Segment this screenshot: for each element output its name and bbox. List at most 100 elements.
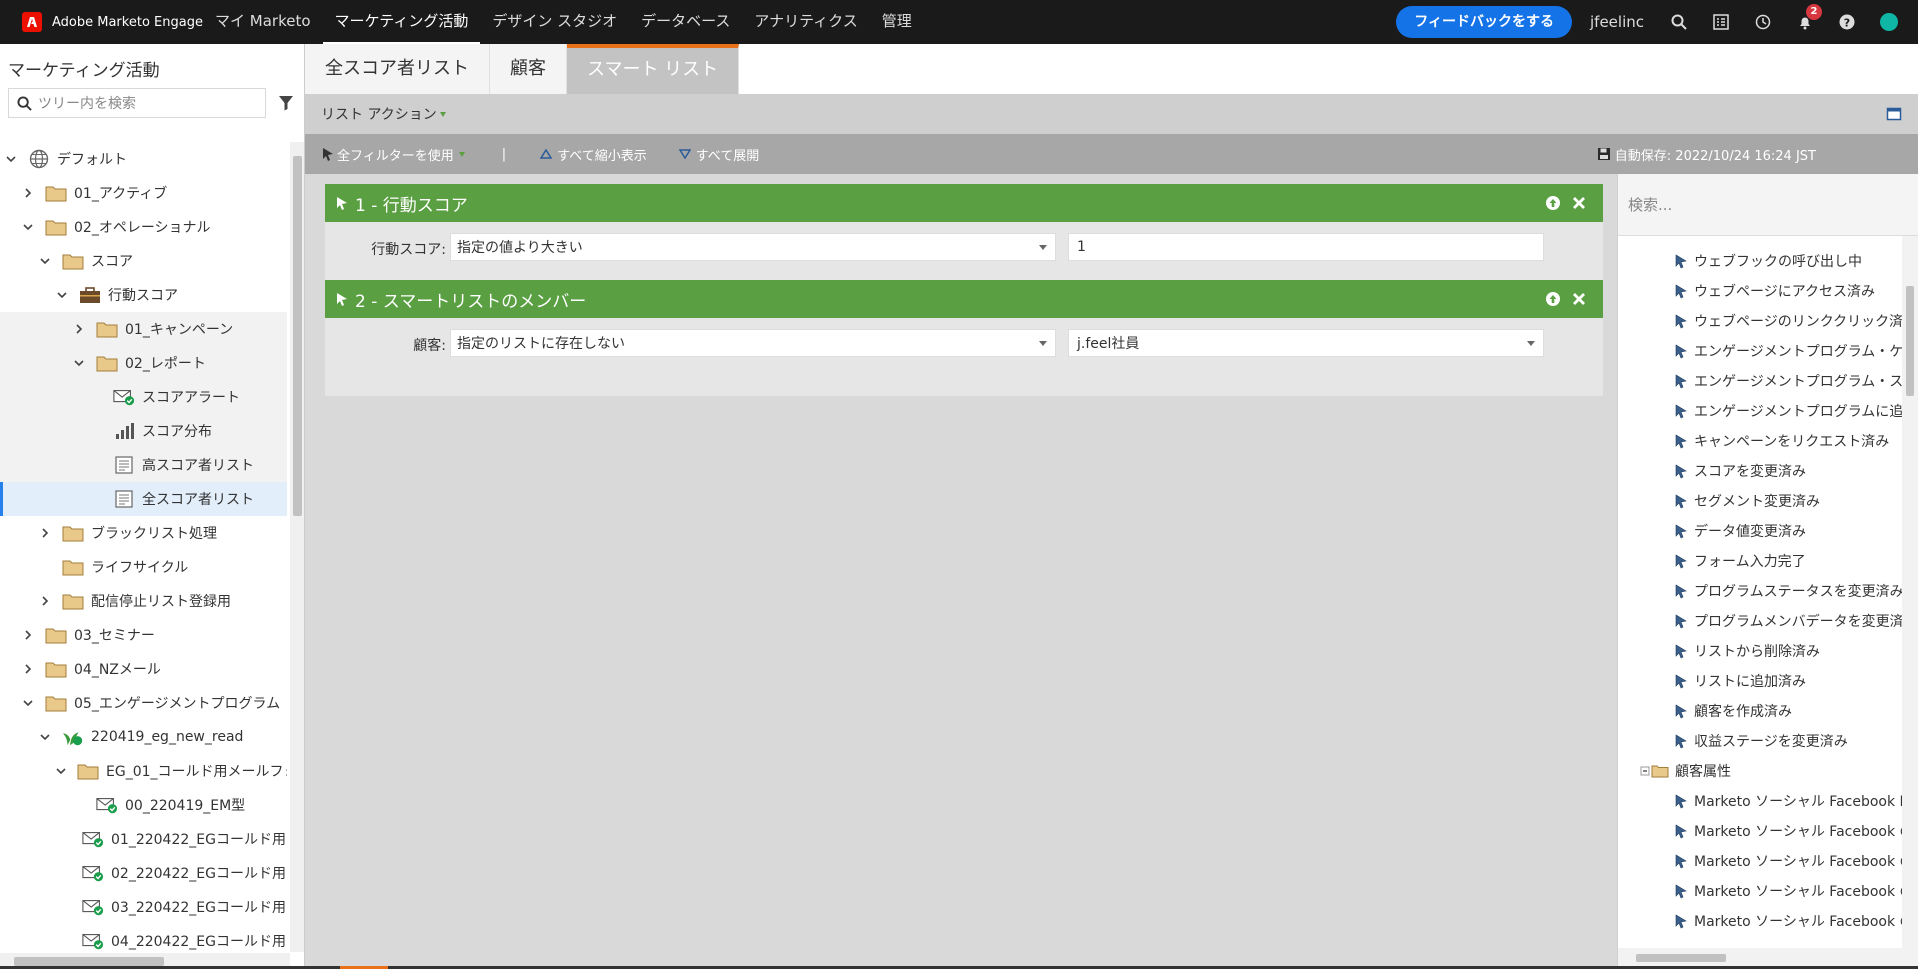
nav-design-studio[interactable]: デザイン スタジオ xyxy=(480,0,629,44)
tree-item[interactable]: 220419_eg_new_read xyxy=(0,720,287,754)
filter-item[interactable]: キャンペーンをリクエスト済み xyxy=(1618,426,1903,456)
tree-item-label: 01_アクティブ xyxy=(74,186,168,202)
tree-item[interactable]: 01_キャンペーン xyxy=(0,312,287,346)
tree-item[interactable]: スコア分布 xyxy=(0,414,287,448)
filter-item[interactable]: プログラムメンバデータを変更済 xyxy=(1618,606,1903,636)
chevron-right-icon[interactable] xyxy=(38,526,52,540)
tree-item[interactable]: 04_220422_EGコールド用メ xyxy=(0,924,287,952)
filter-item[interactable]: Marketo ソーシャル Facebook の xyxy=(1618,876,1903,906)
user-avatar[interactable] xyxy=(1868,0,1910,44)
tab-all-scorers-list[interactable]: 全スコア者リスト xyxy=(305,44,490,94)
tree-item[interactable]: 05_エンゲージメントプログラム xyxy=(0,686,287,720)
username[interactable]: jfeelinc xyxy=(1590,13,1644,31)
tree-item[interactable]: 高スコア者リスト xyxy=(0,448,287,482)
chevron-right-icon[interactable] xyxy=(72,322,86,336)
chevron-down-icon[interactable] xyxy=(55,288,69,302)
filter-value-input[interactable]: 1 xyxy=(1068,233,1544,261)
filter-item[interactable]: ウェブフックの呼び出し中 xyxy=(1618,246,1903,276)
expand-all-button[interactable]: すべて展開 xyxy=(678,145,759,164)
filter-item[interactable]: スコアを変更済み xyxy=(1618,456,1903,486)
operator-select[interactable]: 指定の値より大きい xyxy=(450,233,1056,261)
tree-item[interactable]: 配信停止リスト登録用 xyxy=(0,584,287,618)
feedback-button[interactable]: フィードバックをする xyxy=(1396,6,1572,38)
chevron-right-icon[interactable] xyxy=(21,628,35,642)
filter-item-label: リストに追加済み xyxy=(1694,674,1806,690)
nav-analytics[interactable]: アナリティクス xyxy=(742,0,869,44)
tree-item[interactable]: ブラックリスト処理 xyxy=(0,516,287,550)
notifications-bell-icon[interactable]: 2 xyxy=(1784,0,1826,44)
help-icon[interactable]: ? xyxy=(1826,0,1868,44)
tree-item[interactable]: 01_アクティブ xyxy=(0,176,287,210)
filter-item[interactable]: ウェブページにアクセス済み xyxy=(1618,276,1903,306)
tree-item[interactable]: 02_オペレーショナル xyxy=(0,210,287,244)
filter-value-input[interactable]: j.feel社員 xyxy=(1068,329,1544,357)
tab-smart-list[interactable]: スマート リスト xyxy=(567,44,740,94)
tree-item[interactable]: 04_NZメール xyxy=(0,652,287,686)
nav-admin[interactable]: 管理 xyxy=(870,0,924,44)
list-actions-menu[interactable]: リスト アクション xyxy=(321,104,437,124)
chevron-down-icon[interactable] xyxy=(4,152,18,166)
tree-item[interactable]: 03_220422_EGコールド用メ xyxy=(0,890,287,924)
tasks-icon[interactable] xyxy=(1700,0,1742,44)
filter-item[interactable]: リストに追加済み xyxy=(1618,666,1903,696)
tree-item[interactable]: 02_レポート xyxy=(0,346,287,380)
tree-item[interactable]: スコアアラート xyxy=(0,380,287,414)
chevron-down-icon[interactable] xyxy=(21,220,35,234)
chevron-down-icon[interactable] xyxy=(38,254,52,268)
chevron-right-icon[interactable] xyxy=(21,186,35,200)
tree-item[interactable]: 全スコア者リスト xyxy=(0,482,287,516)
tree-item[interactable]: デフォルト xyxy=(0,142,287,176)
filter-item[interactable]: フォーム入力完了 xyxy=(1618,546,1903,576)
filter-item[interactable]: 顧客を作成済み xyxy=(1618,696,1903,726)
chevron-down-icon[interactable] xyxy=(21,696,35,710)
brand-logo[interactable]: Adobe Marketo Engage xyxy=(0,12,203,32)
filter-icon[interactable] xyxy=(278,95,294,111)
history-clock-icon[interactable] xyxy=(1742,0,1784,44)
filter-item[interactable]: Marketo ソーシャル Facebook の xyxy=(1618,906,1903,936)
tree-vertical-scrollbar[interactable] xyxy=(290,142,304,952)
filter-item[interactable]: リストから削除済み xyxy=(1618,636,1903,666)
window-toggle-icon[interactable] xyxy=(1886,106,1902,122)
close-icon[interactable] xyxy=(1571,291,1587,307)
tree-item[interactable]: スコア xyxy=(0,244,287,278)
filter-item[interactable]: 収益ステージを変更済み xyxy=(1618,726,1903,756)
tree-item[interactable]: ライフサイクル xyxy=(0,550,287,584)
trigger-filter-icon xyxy=(1673,673,1689,689)
chevron-down-icon[interactable] xyxy=(55,764,67,778)
chevron-right-icon[interactable] xyxy=(21,662,35,676)
tree-item[interactable]: 03_セミナー xyxy=(0,618,287,652)
chevron-down-icon[interactable] xyxy=(38,730,52,744)
filter-item[interactable]: Marketo ソーシャル Facebook の xyxy=(1618,816,1903,846)
filter-item[interactable]: エンゲージメントプログラムに追 xyxy=(1618,396,1903,426)
close-icon[interactable] xyxy=(1571,195,1587,211)
filter-item[interactable]: ウェブページのリンククリック済 xyxy=(1618,306,1903,336)
chevron-right-icon[interactable] xyxy=(38,594,52,608)
filter-item[interactable]: Marketo ソーシャル Facebook の xyxy=(1618,846,1903,876)
tree-item[interactable]: 00_220419_EM型 xyxy=(0,788,287,822)
filter-item[interactable]: データ値変更済み xyxy=(1618,516,1903,546)
filter-item[interactable]: プログラムステータスを変更済み xyxy=(1618,576,1903,606)
tree-item[interactable]: EG_01_コールド用メールフォ xyxy=(0,754,287,788)
filter-item[interactable]: セグメント変更済み xyxy=(1618,486,1903,516)
use-all-filters-button[interactable]: 全フィルターを使用 xyxy=(321,145,466,164)
filter-group[interactable]: 顧客属性 xyxy=(1618,756,1903,786)
tree-item[interactable]: 01_220422_EGコールド用メ xyxy=(0,822,287,856)
tree-item[interactable]: 行動スコア xyxy=(0,278,287,312)
search-icon[interactable] xyxy=(1658,0,1700,44)
nav-my-marketo[interactable]: マイ Marketo xyxy=(203,0,323,44)
filter-item[interactable]: Marketo ソーシャル Facebook ID xyxy=(1618,786,1903,816)
tree-item[interactable]: 02_220422_EGコールド用メ xyxy=(0,856,287,890)
filter-list-vertical-scrollbar[interactable] xyxy=(1902,236,1918,948)
nav-marketing-activities[interactable]: マーケティング活動 xyxy=(322,0,481,44)
collapse-all-button[interactable]: すべて縮小表示 xyxy=(540,145,647,164)
tree-search-input[interactable]: ツリー内を検索 xyxy=(8,88,266,118)
filter-item[interactable]: エンゲージメントプログラム・ス xyxy=(1618,366,1903,396)
move-up-icon[interactable] xyxy=(1545,195,1561,211)
operator-select[interactable]: 指定のリストに存在しない xyxy=(450,329,1056,357)
filter-item[interactable]: エンゲージメントプログラム・ケ xyxy=(1618,336,1903,366)
move-up-icon[interactable] xyxy=(1545,291,1561,307)
nav-database[interactable]: データベース xyxy=(629,0,742,44)
chevron-down-icon[interactable] xyxy=(72,356,86,370)
tab-people[interactable]: 顧客 xyxy=(490,44,567,94)
filter-search-input[interactable]: 検索... xyxy=(1618,174,1918,236)
